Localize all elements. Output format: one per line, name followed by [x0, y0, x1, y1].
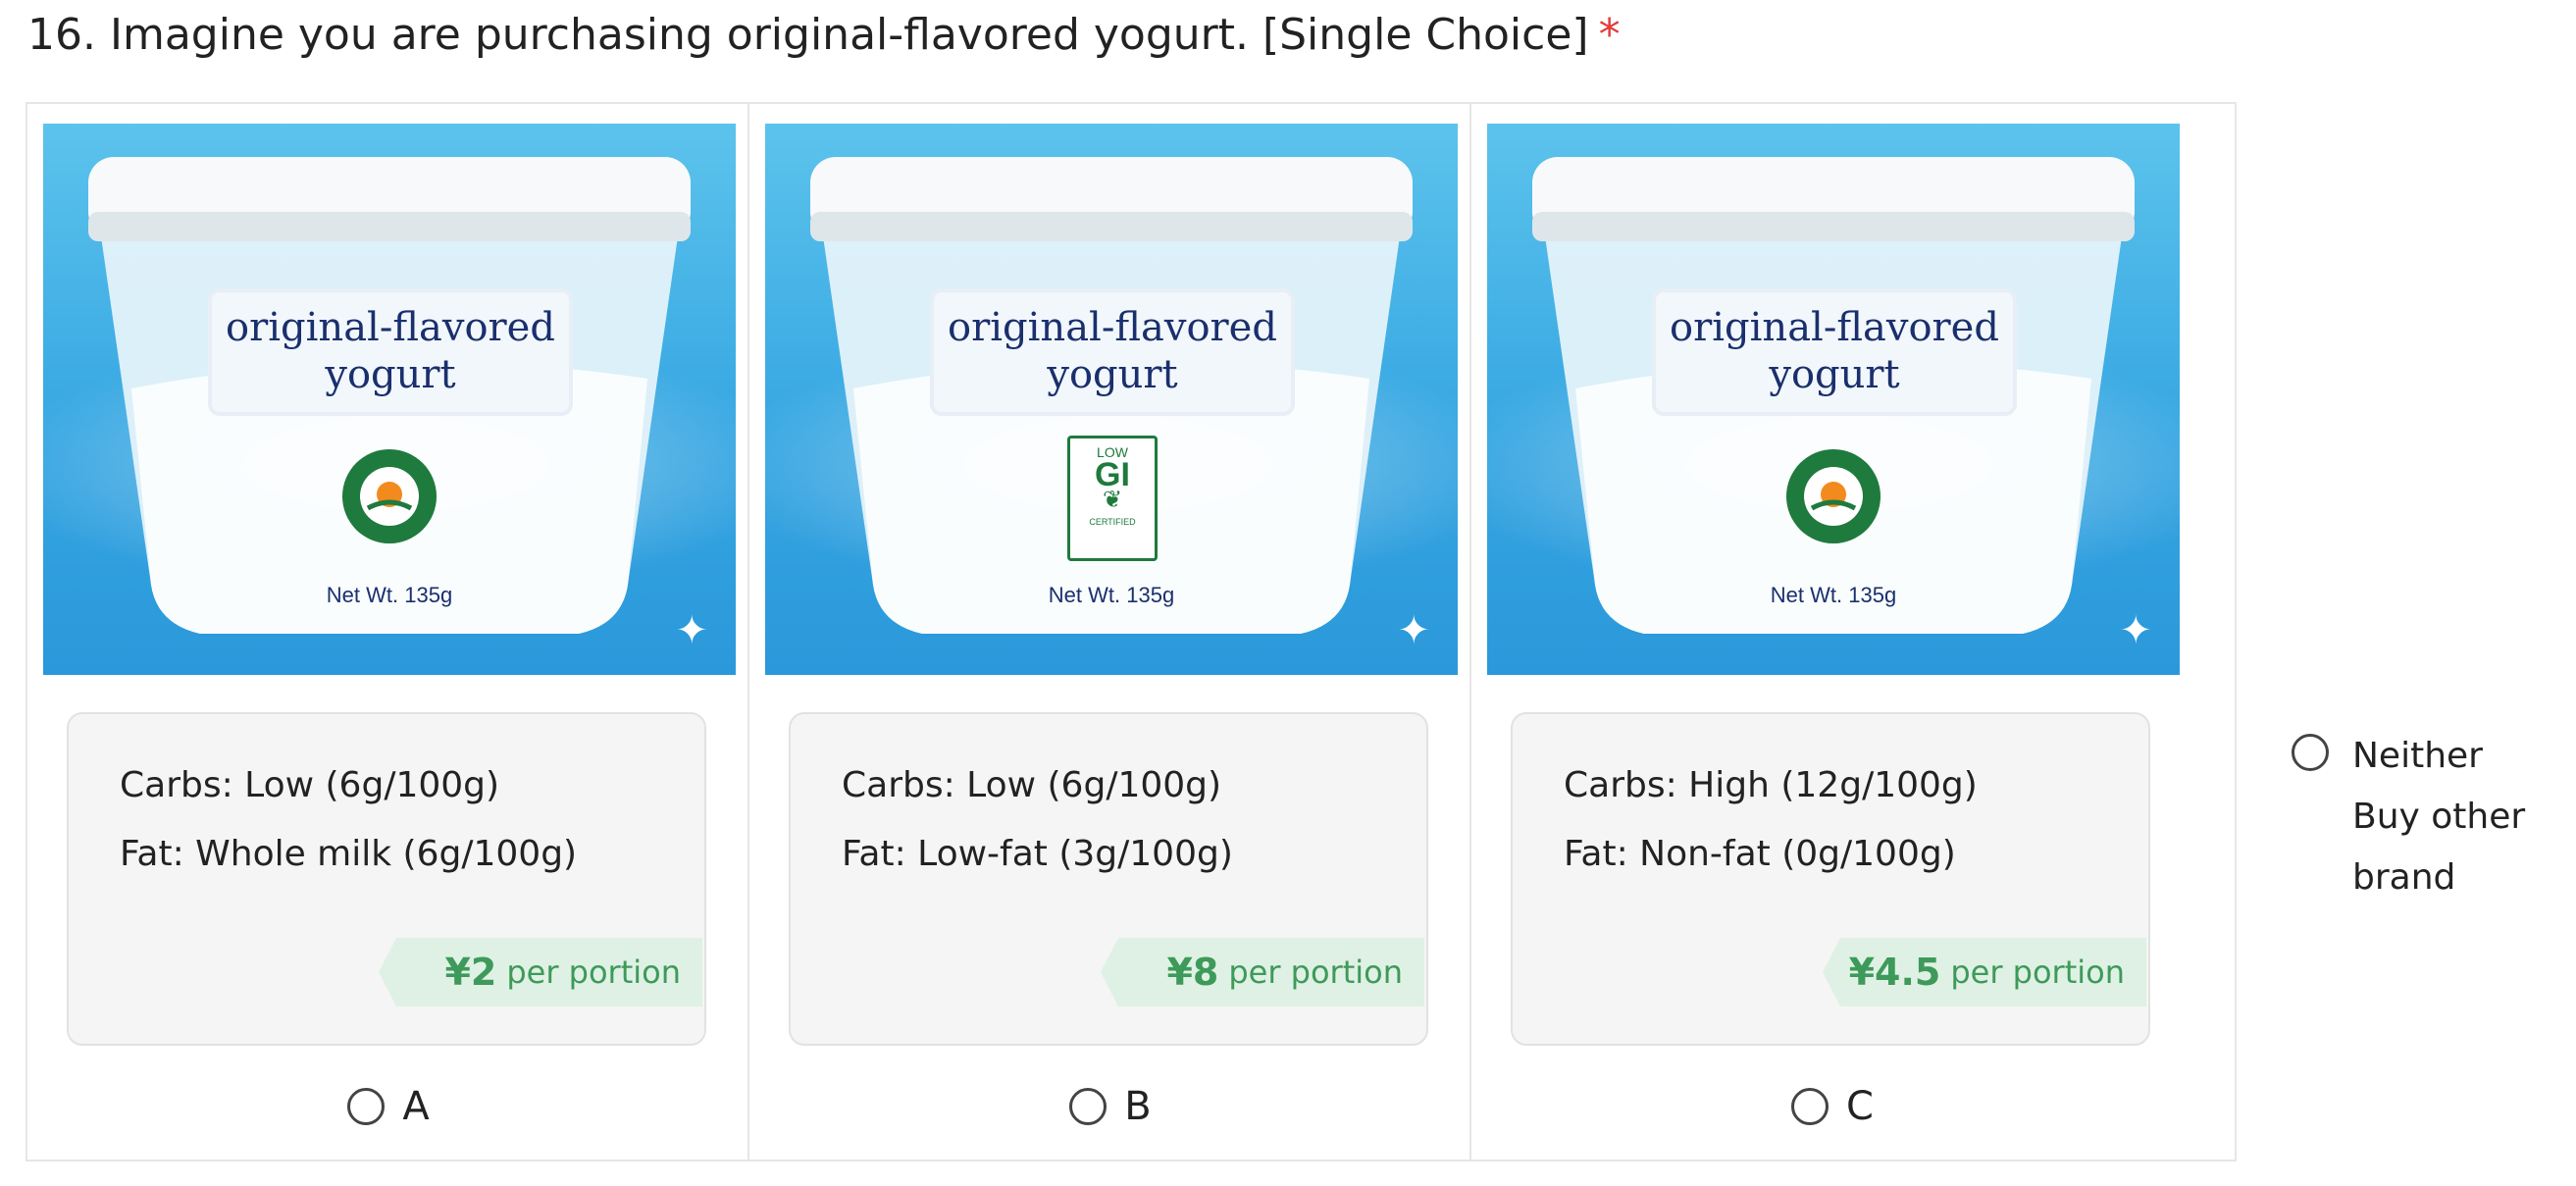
price-amount: ¥8	[1166, 951, 1219, 994]
fat-text: Fat: Low-fat (3g/100g)	[842, 834, 1233, 874]
price-amount: ¥4.5	[1848, 951, 1941, 994]
sparkle-icon: ✦	[675, 608, 708, 653]
organic-badge-icon	[1786, 449, 1880, 543]
product-image-c: original-flavored yogurt Net Wt. 135g ✦	[1487, 124, 2180, 675]
price-amount: ¥2	[444, 951, 497, 994]
question-title: 16. Imagine you are purchasing original-…	[27, 10, 1621, 60]
choice-label-b: B	[1124, 1084, 1152, 1129]
question-number: 16.	[27, 10, 96, 60]
option-card-c: original-flavored yogurt Net Wt. 135g ✦ …	[1471, 104, 2193, 1160]
net-weight: Net Wt. 135g	[1048, 583, 1175, 607]
fat-text: Fat: Whole milk (6g/100g)	[120, 834, 578, 874]
choice-b[interactable]: B	[749, 1077, 1471, 1136]
choice-grid: original-flavored yogurt Net Wt. 135g ✦ …	[26, 102, 2237, 1161]
low-gi-badge-icon: LOW GI ❦ CERTIFIED	[1067, 436, 1158, 561]
carbs-text: Carbs: High (12g/100g)	[1564, 765, 1978, 805]
net-weight: Net Wt. 135g	[326, 583, 453, 607]
product-label-a: original-flavored yogurt	[208, 288, 573, 416]
carbs-text: Carbs: Low (6g/100g)	[842, 765, 1222, 805]
radio-b[interactable]	[1069, 1088, 1108, 1125]
fat-text: Fat: Non-fat (0g/100g)	[1564, 834, 1956, 874]
organic-badge-icon	[342, 449, 437, 543]
price-tag-b: ¥8 per portion	[1101, 938, 1424, 1006]
carbs-text: Carbs: Low (6g/100g)	[120, 765, 500, 805]
radio-neither[interactable]	[2292, 734, 2329, 771]
attribute-box-a: Carbs: Low (6g/100g) Fat: Whole milk (6g…	[67, 712, 706, 1046]
choice-label-c: C	[1846, 1084, 1874, 1129]
price-tag-a: ¥2 per portion	[379, 938, 702, 1006]
question-text: Imagine you are purchasing original-flav…	[109, 10, 1589, 60]
attribute-box-c: Carbs: High (12g/100g) Fat: Non-fat (0g/…	[1511, 712, 2150, 1046]
sparkle-icon: ✦	[1397, 608, 1430, 653]
radio-a[interactable]	[347, 1088, 386, 1125]
attribute-box-b: Carbs: Low (6g/100g) Fat: Low-fat (3g/10…	[789, 712, 1428, 1046]
choice-c[interactable]: C	[1471, 1077, 2193, 1136]
product-label-c: original-flavored yogurt	[1652, 288, 2017, 416]
neither-label: Neither Buy other brand	[2352, 736, 2526, 898]
sparkle-icon: ✦	[2119, 608, 2152, 653]
required-asterisk: *	[1598, 10, 1621, 60]
price-unit: per portion	[1228, 954, 1403, 991]
net-weight: Net Wt. 135g	[1770, 583, 1897, 607]
product-image-b: original-flavored yogurt LOW GI ❦ CERTIF…	[765, 124, 1458, 675]
price-unit: per portion	[506, 954, 681, 991]
choice-a[interactable]: A	[27, 1077, 749, 1136]
price-tag-c: ¥4.5 per portion	[1823, 938, 2146, 1006]
price-unit: per portion	[1950, 954, 2125, 991]
radio-c[interactable]	[1791, 1088, 1829, 1125]
product-label-b: original-flavored yogurt	[930, 288, 1295, 416]
option-card-a: original-flavored yogurt Net Wt. 135g ✦ …	[27, 104, 749, 1160]
option-card-b: original-flavored yogurt LOW GI ❦ CERTIF…	[749, 104, 1471, 1160]
choice-label-a: A	[402, 1084, 430, 1129]
product-image-a: original-flavored yogurt Net Wt. 135g ✦	[43, 124, 736, 675]
